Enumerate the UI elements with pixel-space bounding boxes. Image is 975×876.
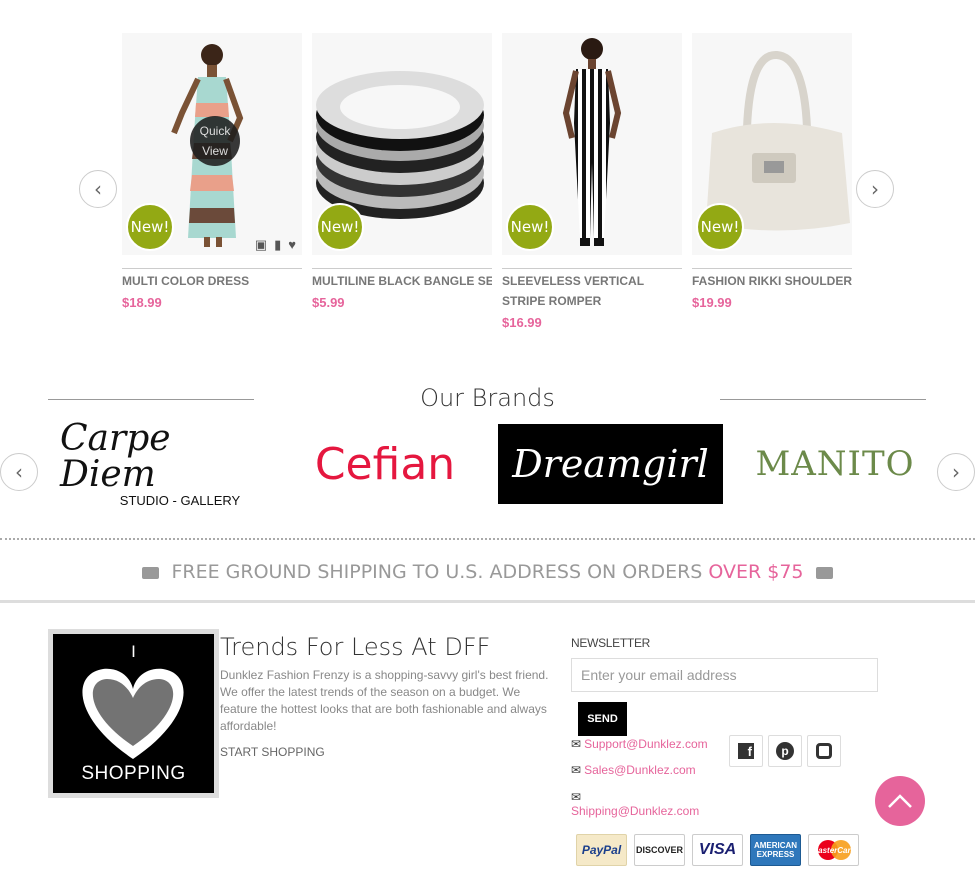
product-image[interactable]: Quick View New! ▣ ▮ ♥	[122, 33, 302, 255]
brand-logo-carpe-diem[interactable]: Carpe Diem STUDIO - GALLERY	[60, 417, 260, 508]
product-image[interactable]: New!	[312, 33, 492, 255]
product-price: $16.99	[502, 315, 542, 330]
product-price: $18.99	[122, 295, 162, 310]
payment-label: DISCOVER	[635, 845, 683, 855]
email-shipping[interactable]: ✉ Shipping@Dunklez.com	[571, 790, 699, 818]
about-title: Trends For Less At DFF	[220, 633, 491, 661]
amex-icon: AMERICAN EXPRESS	[750, 834, 801, 866]
chevron-left-icon: ‹	[94, 177, 102, 201]
email-sales[interactable]: ✉ Sales@Dunklez.com	[571, 763, 696, 777]
product-card[interactable]: New! SLEEVELESS VERTICAL STRIPE ROMPER $…	[502, 33, 682, 330]
brands-title: Our Brands	[420, 384, 555, 412]
brand-name: Cefian	[314, 438, 456, 490]
chevron-left-icon: ‹	[15, 460, 23, 484]
product-carousel: ‹ › Quick View New! ▣ ▮ ♥ MULTI COLOR DR…	[0, 0, 975, 350]
product-name[interactable]: MULTI COLOR DRESS	[122, 271, 302, 291]
facebook-icon: f	[738, 743, 754, 759]
pinterest-icon: p	[776, 742, 794, 760]
email-support[interactable]: ✉ Support@Dunklez.com	[571, 737, 708, 751]
about-text: Dunklez Fashion Frenzy is a shopping-sav…	[220, 668, 549, 733]
carousel-prev-button[interactable]: ‹	[79, 170, 117, 208]
envelope-icon: ✉	[571, 763, 582, 777]
brand-logo-manito[interactable]: MANITO	[750, 424, 920, 504]
product-name[interactable]: MULTILINE BLACK BANGLE SET	[312, 271, 492, 291]
start-shopping-link[interactable]: START SHOPPING	[220, 745, 325, 759]
chevron-right-icon: ›	[871, 177, 879, 201]
instagram-button[interactable]	[807, 735, 841, 767]
divider	[502, 268, 682, 269]
pinterest-button[interactable]: p	[768, 735, 802, 767]
shipping-banner: FREE GROUND SHIPPING TO U.S. ADDRESS ON …	[0, 561, 975, 583]
payment-label: PayPal	[581, 843, 622, 857]
divider	[122, 268, 302, 269]
brand-tagline: STUDIO - GALLERY	[119, 492, 241, 508]
heart-icon[interactable]: ♥	[288, 237, 296, 253]
product-card[interactable]: New! MULTILINE BLACK BANGLE SET $5.99	[312, 33, 492, 310]
new-badge: New!	[126, 203, 174, 251]
compare-icon[interactable]: ▮	[274, 237, 281, 253]
divider	[312, 268, 492, 269]
product-image[interactable]: New!	[692, 33, 852, 255]
newsletter-send-button[interactable]: SEND	[578, 702, 627, 736]
brands-next-button[interactable]: ›	[937, 453, 975, 491]
newsletter-email-input[interactable]	[571, 658, 878, 692]
brand-name: Carpe Diem	[60, 417, 171, 495]
brand-name: Dreamgirl	[512, 442, 709, 486]
brands-prev-button[interactable]: ‹	[0, 453, 38, 491]
product-name[interactable]: FASHION RIKKI SHOULDER BAG	[692, 271, 852, 291]
envelope-icon: ✉	[571, 737, 582, 751]
logo-text-bottom: SHOPPING	[81, 763, 186, 784]
product-card[interactable]: Quick View New! ▣ ▮ ♥ MULTI COLOR DRESS …	[122, 33, 302, 310]
cart-icon[interactable]: ▣	[255, 237, 267, 253]
divider	[692, 268, 852, 269]
payment-label: AMERICAN EXPRESS	[753, 841, 798, 859]
product-price: $5.99	[312, 295, 345, 310]
envelope-icon: ✉	[571, 790, 582, 804]
divider	[0, 538, 975, 540]
chevron-right-icon: ›	[952, 460, 960, 484]
payment-label: VISA	[698, 841, 737, 858]
truck-icon	[142, 566, 160, 579]
product-price: $19.99	[692, 295, 732, 310]
email-link[interactable]: Shipping@Dunklez.com	[571, 804, 699, 818]
carousel-next-button[interactable]: ›	[856, 170, 894, 208]
shipping-highlight: OVER $75	[708, 561, 804, 583]
product-card[interactable]: New! FASHION RIKKI SHOULDER BAG $19.99	[692, 33, 852, 310]
brand-logo-cefian[interactable]: Cefian	[290, 424, 480, 504]
payment-label: MasterCard	[811, 845, 856, 855]
footer-logo: I SHOPPING	[48, 629, 219, 798]
brand-name: MANITO	[755, 444, 915, 484]
facebook-button[interactable]: f	[729, 735, 763, 767]
newsletter-title: NEWSLETTER	[571, 636, 651, 650]
paypal-icon: PayPal	[576, 834, 627, 866]
brand-logo-dreamgirl[interactable]: Dreamgirl	[498, 424, 723, 504]
email-link[interactable]: Sales@Dunklez.com	[584, 763, 696, 777]
truck-icon	[815, 566, 833, 579]
new-badge: New!	[316, 203, 364, 251]
mastercard-icon: MasterCard	[808, 834, 859, 866]
divider	[0, 600, 975, 603]
chevron-up-icon	[888, 794, 912, 808]
new-badge: New!	[506, 203, 554, 251]
product-name[interactable]: SLEEVELESS VERTICAL STRIPE ROMPER	[502, 271, 682, 311]
quick-view-button[interactable]: Quick View	[190, 116, 240, 166]
shipping-text: FREE GROUND SHIPPING TO U.S. ADDRESS ON …	[171, 561, 703, 583]
product-image[interactable]: New!	[502, 33, 682, 255]
instagram-icon	[816, 743, 832, 759]
product-actions: ▣ ▮ ♥	[255, 237, 296, 253]
new-badge: New!	[696, 203, 744, 251]
discover-icon: DISCOVER	[634, 834, 685, 866]
email-link[interactable]: Support@Dunklez.com	[584, 737, 708, 751]
visa-icon: VISA	[692, 834, 743, 866]
back-to-top-button[interactable]	[875, 776, 925, 826]
